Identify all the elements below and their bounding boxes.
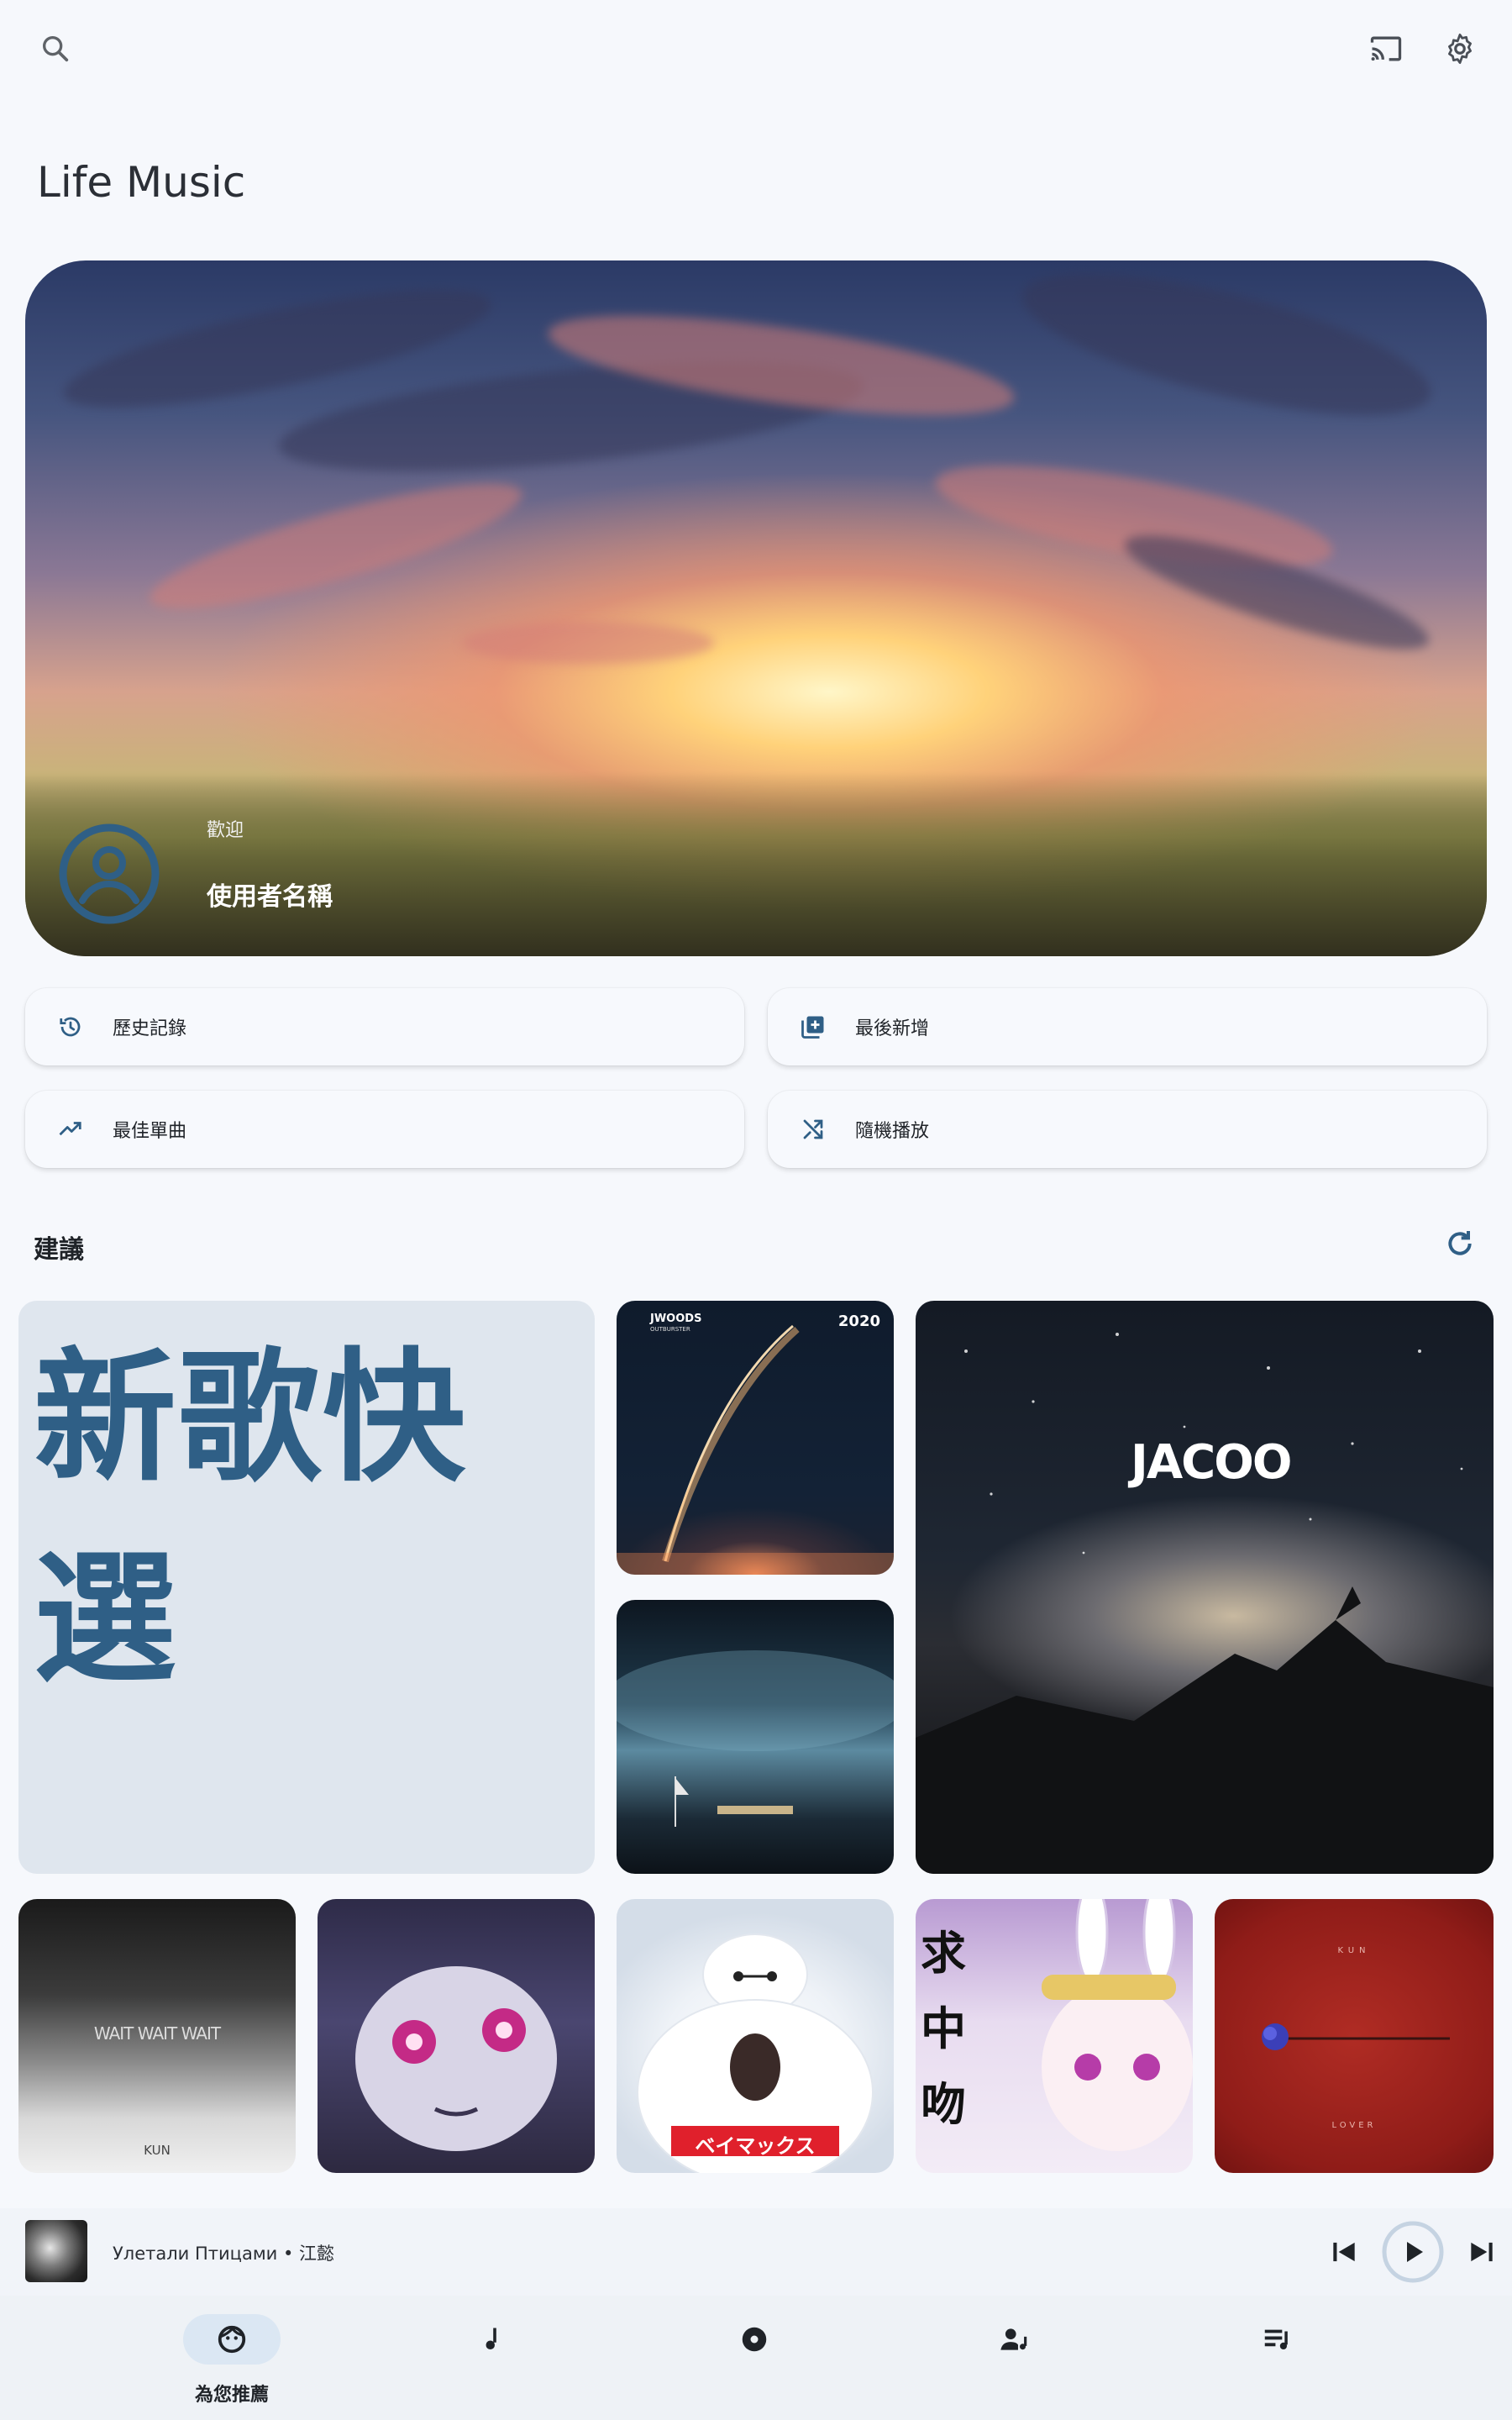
music-note-icon [486,2328,496,2349]
playlist-icon [1264,2329,1288,2350]
nav-item-artists[interactable] [939,2296,1090,2420]
nav-item-playlists[interactable] [1201,2296,1352,2420]
album-cover-jacoo[interactable]: JACOO [916,1301,1494,1874]
account-icon [59,823,160,924]
nav-icon-holder [966,2314,1063,2365]
ocean-art [617,1650,894,1827]
skip-next-icon [1471,2242,1493,2262]
nav-item-songs[interactable] [417,2296,568,2420]
trending-up-icon [54,1113,87,1146]
album-cover-baymax[interactable]: ベイマックス [617,1899,894,2173]
cover-sub-text: OUTBURSTER [650,1326,690,1333]
previous-button[interactable] [1314,2222,1374,2282]
anime-art [355,1966,557,2151]
nav-label-for-you: 為您推薦 [194,2385,269,2406]
shuffle-button[interactable]: 隨機播放 [768,1091,1487,1168]
cover-brand-text: JWOODS [650,1313,702,1325]
nav-item-for-you[interactable]: 為您推薦 [156,2296,307,2420]
nav-icon-holder [444,2314,541,2365]
cloud-shape [1010,260,1443,445]
mountain-art [916,1333,1494,1874]
history-label: 歷史記錄 [113,1018,187,1039]
album-cover-ocean[interactable] [617,1600,894,1874]
play-button[interactable] [1381,2220,1445,2284]
cloud-shape [140,460,532,632]
cover-logo-text: JACOO [1131,1435,1292,1490]
cover-title-text: WAIT WAIT WAIT [93,2023,221,2044]
shuffle-icon [796,1113,830,1146]
top-tracks-button[interactable]: 最佳單曲 [25,1091,744,1168]
library-add-icon [796,1010,830,1044]
hero-ground [25,771,1487,956]
album-icon [742,2327,767,2352]
album-cover-bunny[interactable]: 求 中 吻 [916,1899,1193,2173]
album-cover-anime[interactable] [318,1899,595,2173]
history-icon [54,1010,87,1044]
cast-button[interactable] [1356,18,1416,79]
cover-artist-text: KUN [144,2143,171,2158]
artist-icon [1000,2328,1027,2350]
nav-item-albums[interactable] [679,2296,830,2420]
shuffle-label: 隨機播放 [855,1121,930,1142]
search-icon [43,36,69,62]
section-title-suggestions: 建議 [34,1235,84,1265]
face-icon [218,2325,246,2354]
cover-title-text: 求 中 吻 [921,1927,966,2131]
nav-active-indicator [183,2314,281,2365]
cover-title-text: ベイマックス [695,2134,816,2158]
album-cover-red[interactable]: KUN LOVER [1215,1899,1494,2173]
cast-icon [1370,36,1402,61]
new-songs-tile[interactable]: 新歌快選 [18,1301,595,1874]
gear-icon [1448,33,1472,65]
now-playing-title: Улетали Птицами • 江懿 [113,2244,335,2264]
last-added-label: 最後新增 [855,1018,930,1039]
mini-player[interactable]: Улетали Птицами • 江懿 [0,2208,1512,2296]
rocket-trail-art [617,1324,894,1575]
history-button[interactable]: 歷史記錄 [25,988,744,1065]
app-title: Life Music [37,158,246,207]
hero-banner[interactable]: 歡迎 使用者名稱 [25,260,1487,956]
play-icon [1382,2221,1444,2283]
next-button[interactable] [1452,2222,1512,2282]
top-tracks-label: 最佳單曲 [113,1121,187,1142]
cover-year-text: 2020 [837,1313,880,1330]
album-cover-rocket[interactable]: JWOODS OUTBURSTER 2020 [617,1301,894,1575]
skip-previous-icon [1333,2242,1355,2262]
nav-icon-holder [1228,2314,1326,2365]
new-songs-label: 新歌快選 [34,1335,468,1703]
welcome-text: 歡迎 [207,820,244,841]
bottom-navigation: 為您推薦 [0,2296,1512,2420]
last-added-button[interactable]: 最後新增 [768,988,1487,1065]
refresh-button[interactable] [1430,1213,1490,1274]
username: 使用者名稱 [207,882,333,912]
cover-subtitle-text: LOVER [1331,2121,1377,2130]
album-cover-wait[interactable]: WAIT WAIT WAIT KUN [18,1899,296,2173]
search-button[interactable] [25,18,86,79]
now-playing-cover [25,2220,87,2282]
settings-button[interactable] [1430,18,1490,79]
rose-art [1262,2023,1450,2050]
avatar[interactable] [59,823,160,924]
cloud-shape [462,622,714,664]
nav-icon-holder [706,2314,803,2365]
refresh-icon [1448,1231,1472,1255]
